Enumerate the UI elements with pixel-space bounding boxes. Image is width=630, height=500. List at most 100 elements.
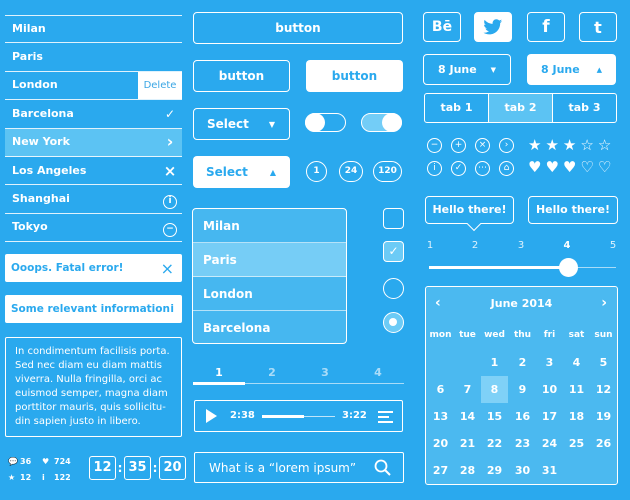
slider-handle[interactable] <box>559 258 579 277</box>
menu-lines-icon[interactable] <box>378 411 393 423</box>
delete-button[interactable]: Delete <box>138 71 182 100</box>
plus-circle-icon[interactable]: + <box>451 138 466 153</box>
list-item[interactable]: Barcelona ✓ <box>5 100 182 129</box>
page-number[interactable]: 3 <box>299 366 351 379</box>
calendar-day[interactable]: 21 <box>454 430 481 457</box>
calendar-day[interactable]: 20 <box>427 430 454 457</box>
calendar-day[interactable]: 6 <box>427 376 454 403</box>
select-open[interactable]: Select ▲ <box>193 156 290 188</box>
calendar-day[interactable]: 30 <box>509 457 536 484</box>
dropdown-option[interactable]: London <box>193 277 346 311</box>
checkbox-unchecked[interactable] <box>383 208 404 229</box>
calendar-day[interactable]: 23 <box>509 430 536 457</box>
radio-selected[interactable] <box>383 312 404 333</box>
calendar-day[interactable]: 25 <box>563 430 590 457</box>
checkbox-checked[interactable]: ✓ <box>383 241 404 262</box>
more-circle-icon[interactable]: ⋯ <box>475 161 490 176</box>
calendar-day[interactable]: 28 <box>454 457 481 484</box>
star-empty-icon[interactable]: ☆ <box>580 138 593 153</box>
radio-unselected[interactable] <box>383 278 404 299</box>
star-filled-icon[interactable]: ★ <box>545 138 558 153</box>
calendar-day[interactable]: 17 <box>536 403 563 430</box>
calendar-day[interactable]: 5 <box>590 349 617 376</box>
heart-rating[interactable]: ♥ ♥ ♥ ♡ ♡ <box>528 160 611 175</box>
list-item[interactable]: London Delete <box>5 71 182 101</box>
calendar-day[interactable]: 14 <box>454 403 481 430</box>
calendar-day[interactable]: 2 <box>509 349 536 376</box>
outline-button[interactable]: button <box>193 60 290 92</box>
list-item[interactable]: Paris <box>5 43 182 72</box>
calendar-day[interactable]: 29 <box>481 457 508 484</box>
calendar-day-selected[interactable]: 8 <box>481 376 508 403</box>
calendar-day[interactable]: 22 <box>481 430 508 457</box>
behance-icon[interactable]: Bē <box>423 12 461 42</box>
calendar-day[interactable]: 3 <box>536 349 563 376</box>
close-icon[interactable]: × <box>158 157 182 185</box>
close-icon[interactable]: × <box>161 259 174 278</box>
select-closed[interactable]: Select ▼ <box>193 108 290 140</box>
calendar-day[interactable]: 26 <box>590 430 617 457</box>
date-picker-closed[interactable]: 8 June ▼ <box>423 54 511 85</box>
wide-button[interactable]: button <box>193 12 403 44</box>
tab-1[interactable]: tab 1 <box>425 94 489 122</box>
search-field[interactable]: What is a “lorem ipsum” <box>194 452 404 483</box>
list-item[interactable]: Tokyo − <box>5 214 182 243</box>
calendar-day[interactable]: 1 <box>481 349 508 376</box>
calendar-day[interactable]: 18 <box>563 403 590 430</box>
calendar-day[interactable]: 24 <box>536 430 563 457</box>
search-input[interactable]: What is a “lorem ipsum” <box>209 461 356 475</box>
check-circle-icon[interactable]: ✓ <box>451 161 466 176</box>
close-circle-icon[interactable]: × <box>475 138 490 153</box>
search-icon[interactable] <box>374 459 391 476</box>
calendar-day[interactable]: 7 <box>454 376 481 403</box>
star-rating[interactable]: ★ ★ ★ ☆ ☆ <box>528 138 611 153</box>
calendar-day[interactable]: 15 <box>481 403 508 430</box>
list-item[interactable]: Los Angeles × <box>5 157 182 186</box>
twitter-icon[interactable] <box>474 12 512 42</box>
dropdown-option[interactable]: Barcelona <box>193 311 346 343</box>
list-item-selected[interactable]: New York › <box>5 128 182 157</box>
solid-button[interactable]: button <box>306 60 403 92</box>
calendar-day[interactable]: 27 <box>427 457 454 484</box>
minus-icon[interactable]: − <box>163 223 177 238</box>
heart-filled-icon[interactable]: ♥ <box>528 160 541 175</box>
calendar-day[interactable]: 13 <box>427 403 454 430</box>
toggle-off[interactable] <box>305 113 346 132</box>
calendar-day[interactable]: 16 <box>509 403 536 430</box>
info-icon[interactable]: i <box>163 195 177 210</box>
list-item[interactable]: Shanghai i <box>5 185 182 214</box>
heart-empty-icon[interactable]: ♡ <box>580 160 593 175</box>
list-item[interactable]: Milan <box>5 15 182 44</box>
star-filled-icon[interactable]: ★ <box>528 138 541 153</box>
heart-filled-icon[interactable]: ♥ <box>563 160 576 175</box>
calendar-day[interactable]: 31 <box>536 457 563 484</box>
dropdown-option[interactable]: Milan <box>193 209 346 243</box>
minus-circle-icon[interactable]: − <box>427 138 442 153</box>
calendar-day[interactable]: 12 <box>590 376 617 403</box>
star-empty-icon[interactable]: ☆ <box>598 138 611 153</box>
info-icon[interactable]: i <box>170 303 174 315</box>
star-filled-icon[interactable]: ★ <box>563 138 576 153</box>
tumblr-icon[interactable]: t <box>579 12 617 42</box>
page-number[interactable]: 4 <box>352 366 404 379</box>
page-number[interactable]: 2 <box>246 366 298 379</box>
date-picker-open[interactable]: 8 June ▲ <box>527 54 616 85</box>
dropdown-option-active[interactable]: Paris <box>193 243 346 277</box>
calendar-day[interactable]: 10 <box>536 376 563 403</box>
play-icon[interactable] <box>206 409 217 423</box>
page-number[interactable]: 1 <box>193 366 245 379</box>
heart-filled-icon[interactable]: ♥ <box>545 160 558 175</box>
calendar-day[interactable]: 19 <box>590 403 617 430</box>
tab-3[interactable]: tab 3 <box>553 94 616 122</box>
toggle-on[interactable] <box>361 113 402 132</box>
chevron-right-icon[interactable]: › <box>601 295 607 311</box>
calendar-day[interactable]: 4 <box>563 349 590 376</box>
home-circle-icon[interactable]: ⌂ <box>499 161 514 176</box>
facebook-icon[interactable]: f <box>527 12 565 42</box>
tab-2[interactable]: tab 2 <box>489 94 553 122</box>
progress-track[interactable] <box>262 415 335 418</box>
chevron-right-circle-icon[interactable]: › <box>499 138 514 153</box>
heart-empty-icon[interactable]: ♡ <box>598 160 611 175</box>
info-circle-icon[interactable]: i <box>427 161 442 176</box>
calendar-day[interactable]: 9 <box>509 376 536 403</box>
